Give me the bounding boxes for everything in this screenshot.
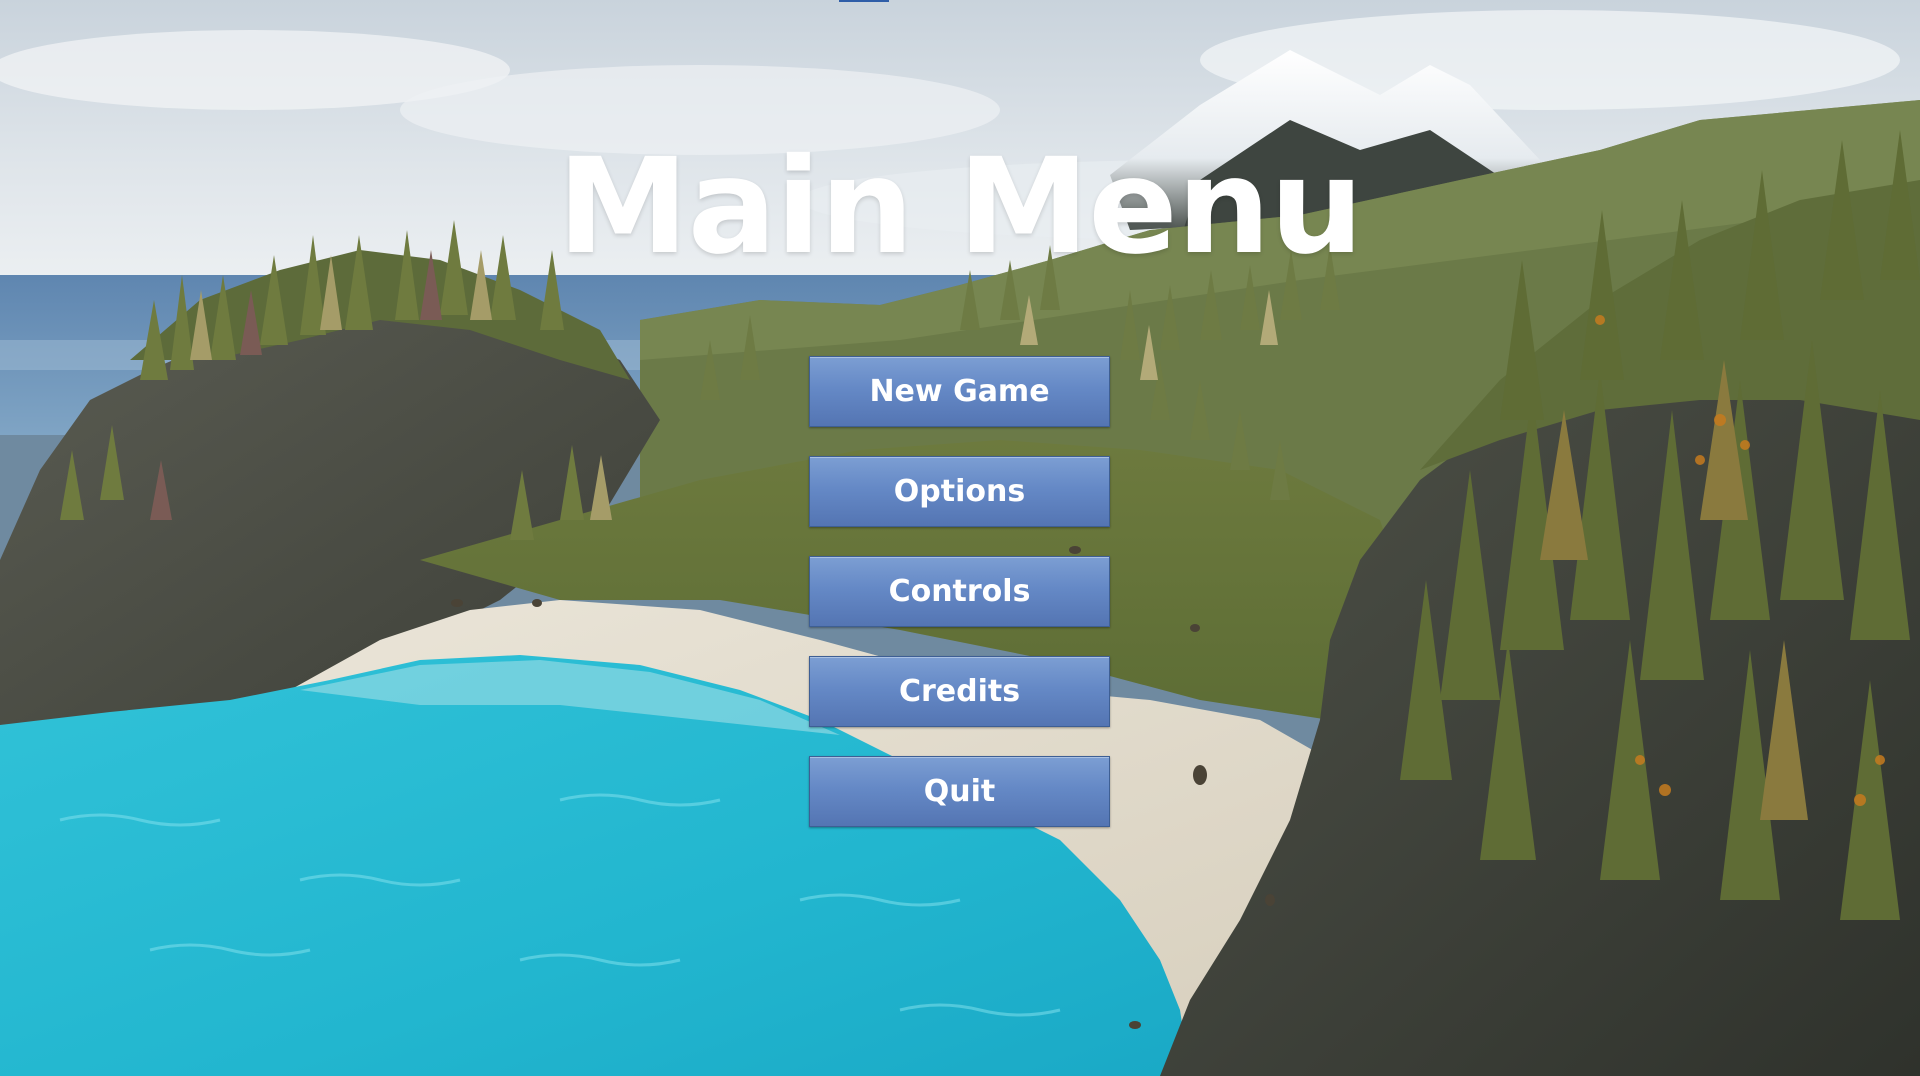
- quit-button[interactable]: Quit: [809, 756, 1110, 827]
- new-game-button[interactable]: New Game: [809, 356, 1110, 427]
- options-button[interactable]: Options: [809, 456, 1110, 527]
- credits-button[interactable]: Credits: [809, 656, 1110, 727]
- controls-button[interactable]: Controls: [809, 556, 1110, 627]
- main-menu-list: New Game Options Controls Credits Quit: [809, 356, 1110, 856]
- top-accent-bar: [839, 0, 889, 2]
- main-menu-screen: Main Menu New Game Options Controls Cred…: [0, 0, 1920, 1076]
